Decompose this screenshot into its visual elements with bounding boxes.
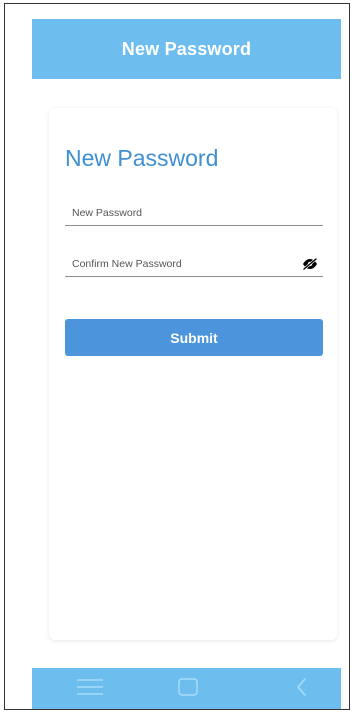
android-navigation-bar: [32, 668, 341, 709]
app-header: New Password: [32, 19, 341, 79]
chevron-left-icon: [293, 676, 311, 703]
new-password-field: [65, 204, 323, 226]
square-home-icon: [177, 677, 199, 702]
mobile-screen: New Password New Password Submit: [32, 19, 341, 709]
back-button[interactable]: [277, 668, 327, 709]
app-header-title: New Password: [121, 38, 252, 59]
menu-button[interactable]: [65, 668, 115, 709]
eye-off-icon[interactable]: [302, 256, 318, 272]
main-content: New Password Submit: [32, 79, 341, 668]
new-password-card: New Password Submit: [49, 108, 337, 640]
confirm-new-password-field: [65, 255, 323, 277]
submit-button[interactable]: Submit: [65, 319, 323, 356]
new-password-title: New Password: [65, 145, 219, 172]
confirm-new-password-input[interactable]: [72, 255, 287, 273]
new-password-input[interactable]: [72, 204, 287, 222]
screenshot-frame: New Password New Password Submit: [4, 3, 350, 710]
home-button[interactable]: [163, 668, 213, 709]
menu-icon: [76, 677, 104, 702]
